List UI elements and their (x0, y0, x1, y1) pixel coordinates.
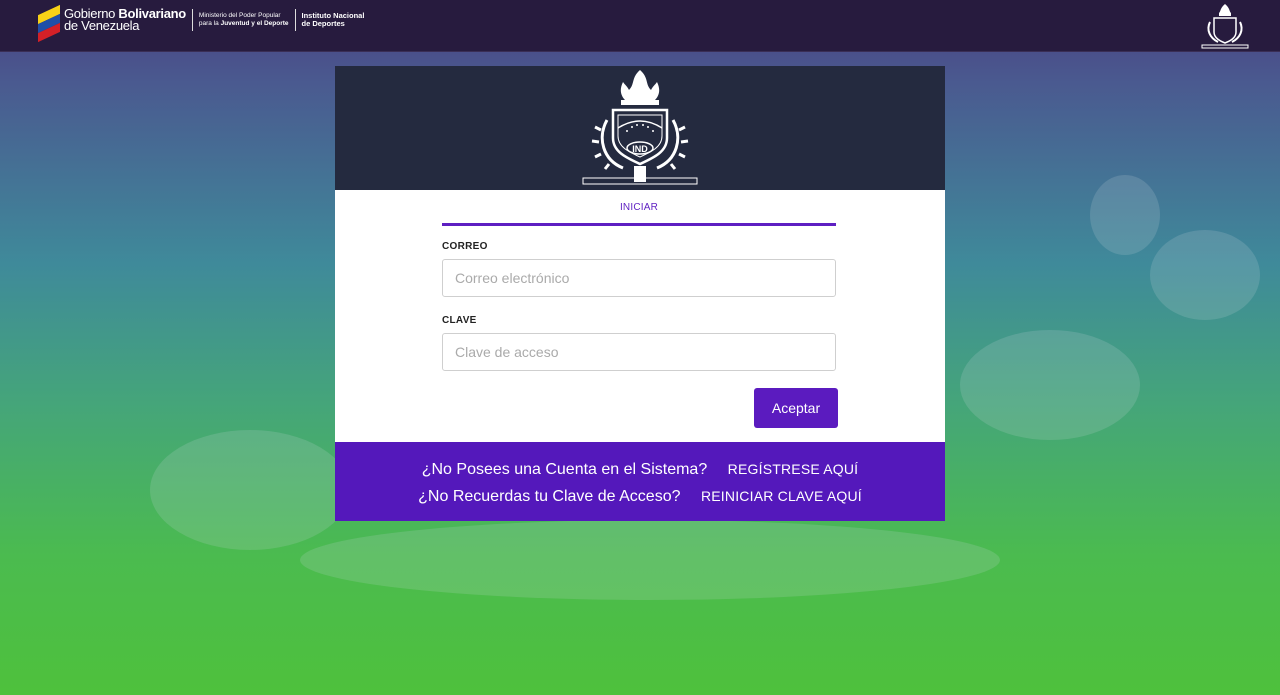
password-label: CLAVE (442, 315, 477, 326)
register-question: ¿No Posees una Cuenta en el Sistema? (421, 461, 708, 478)
login-card: IND INICIAR CORREO CLAVE Aceptar ¿No Pos… (335, 66, 945, 521)
government-logo[interactable]: Gobierno Bolivariano de Venezuela Minist… (38, 4, 365, 43)
password-input[interactable] (442, 333, 836, 371)
background-splash (300, 520, 1000, 600)
ministry-name: Ministerio del Poder Popular para la Juv… (198, 12, 289, 27)
register-row: ¿No Posees una Cuenta en el Sistema? REG… (335, 461, 945, 479)
emblem-badge-text: IND (632, 144, 648, 154)
top-bar: Gobierno Bolivariano de Venezuela Minist… (0, 0, 1280, 52)
government-name: Gobierno Bolivariano de Venezuela (64, 6, 186, 33)
card-footer: ¿No Posees una Cuenta en el Sistema? REG… (335, 442, 945, 521)
background-splash (1150, 230, 1260, 320)
background-splash (150, 430, 350, 550)
background-splash (1090, 175, 1160, 255)
email-label: CORREO (442, 241, 488, 252)
background-splash (960, 330, 1140, 440)
tab-iniciar[interactable]: INICIAR (442, 190, 836, 226)
reset-password-link[interactable]: REINICIAR CLAVE AQUÍ (701, 488, 862, 504)
logo-divider (294, 9, 296, 31)
logo-divider (191, 9, 193, 31)
venezuela-flag-icon (38, 4, 60, 43)
submit-button[interactable]: Aceptar (754, 388, 838, 428)
institute-name: Instituto Nacional de Deportes (301, 11, 365, 28)
email-input[interactable] (442, 259, 836, 297)
reset-question: ¿No Recuerdas tu Clave de Acceso? (418, 488, 681, 505)
ind-emblem-icon (1200, 2, 1250, 55)
reset-row: ¿No Recuerdas tu Clave de Acceso? REINIC… (335, 488, 945, 506)
register-link[interactable]: REGÍSTRESE AQUÍ (728, 461, 859, 477)
card-header: IND (335, 66, 945, 190)
login-tabs: INICIAR (442, 190, 836, 227)
ind-emblem-icon: IND (582, 70, 698, 185)
